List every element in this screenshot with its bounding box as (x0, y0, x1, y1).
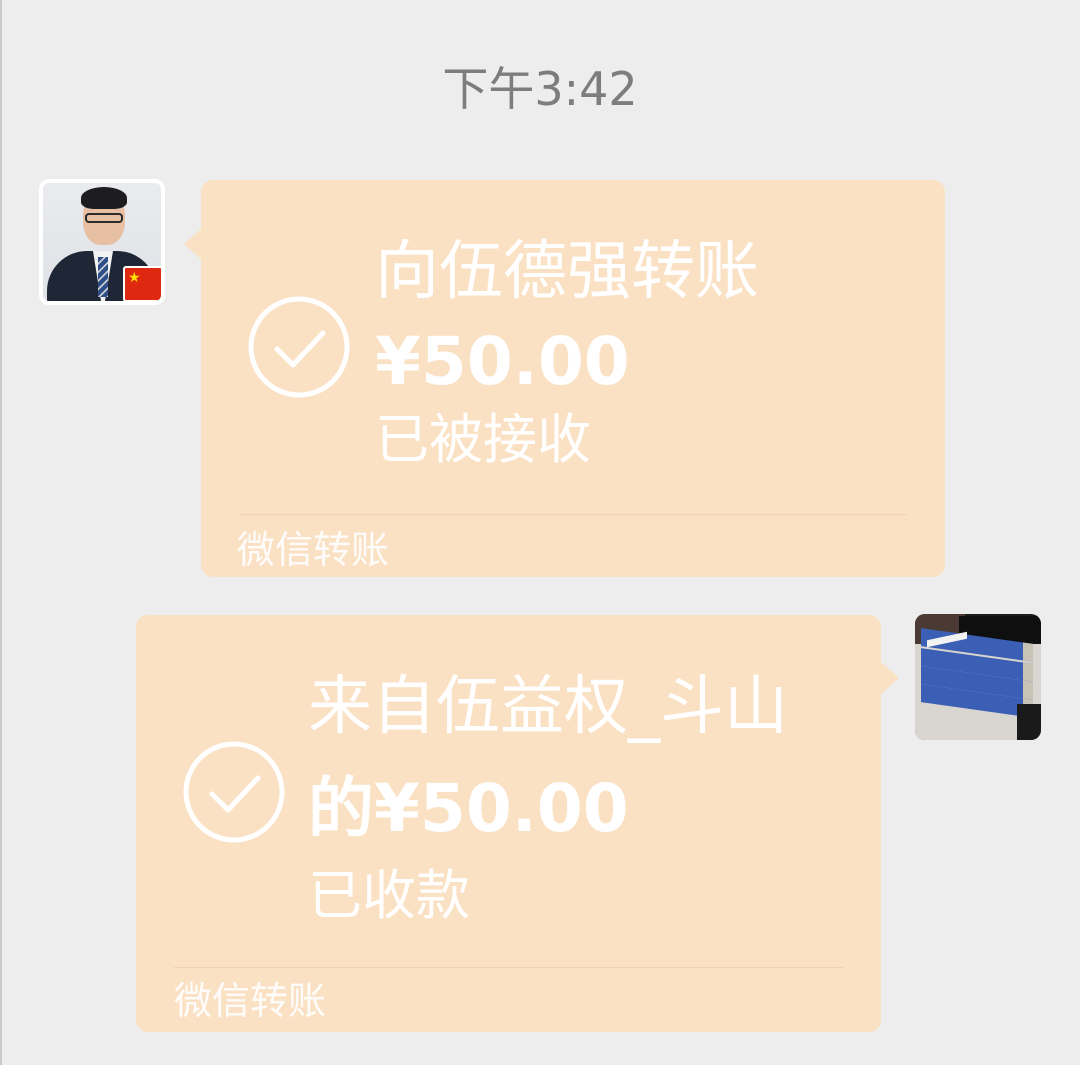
avatar-glasses (85, 213, 123, 223)
transfer-status: 已被接收 (375, 408, 591, 471)
sender-avatar[interactable]: ★ (39, 179, 165, 305)
transfer-amount: 的¥50.00 (308, 770, 629, 847)
transfer-message-bubble[interactable]: 来自伍益权_斗山 的¥50.00 已收款 微信转账 (136, 615, 881, 1032)
user-avatar[interactable] (915, 614, 1041, 740)
window-edge (0, 0, 2, 1065)
chat-timestamp: 下午3:42 (442, 62, 638, 116)
transfer-status: 已收款 (308, 864, 470, 927)
wechat-transfer-label: 微信转账 (174, 979, 327, 1023)
avatar-keyboard (1017, 704, 1041, 740)
bubble-divider (239, 514, 907, 515)
bubble-tail (184, 228, 202, 260)
avatar-tie (98, 257, 108, 297)
bubble-tail (881, 662, 899, 694)
bubble-divider (174, 967, 844, 968)
transfer-title: 来自伍益权_斗山 (308, 670, 788, 744)
china-flag-icon: ★ (123, 266, 161, 301)
transfer-amount: ¥50.00 (375, 323, 630, 400)
transfer-message-bubble[interactable]: 向伍德强转账 ¥50.00 已被接收 微信转账 (201, 180, 945, 577)
check-circle-icon (183, 741, 285, 843)
wechat-transfer-label: 微信转账 (237, 528, 390, 572)
check-circle-icon (248, 296, 350, 398)
transfer-title: 向伍德强转账 (375, 235, 759, 309)
avatar-hair (81, 187, 127, 209)
